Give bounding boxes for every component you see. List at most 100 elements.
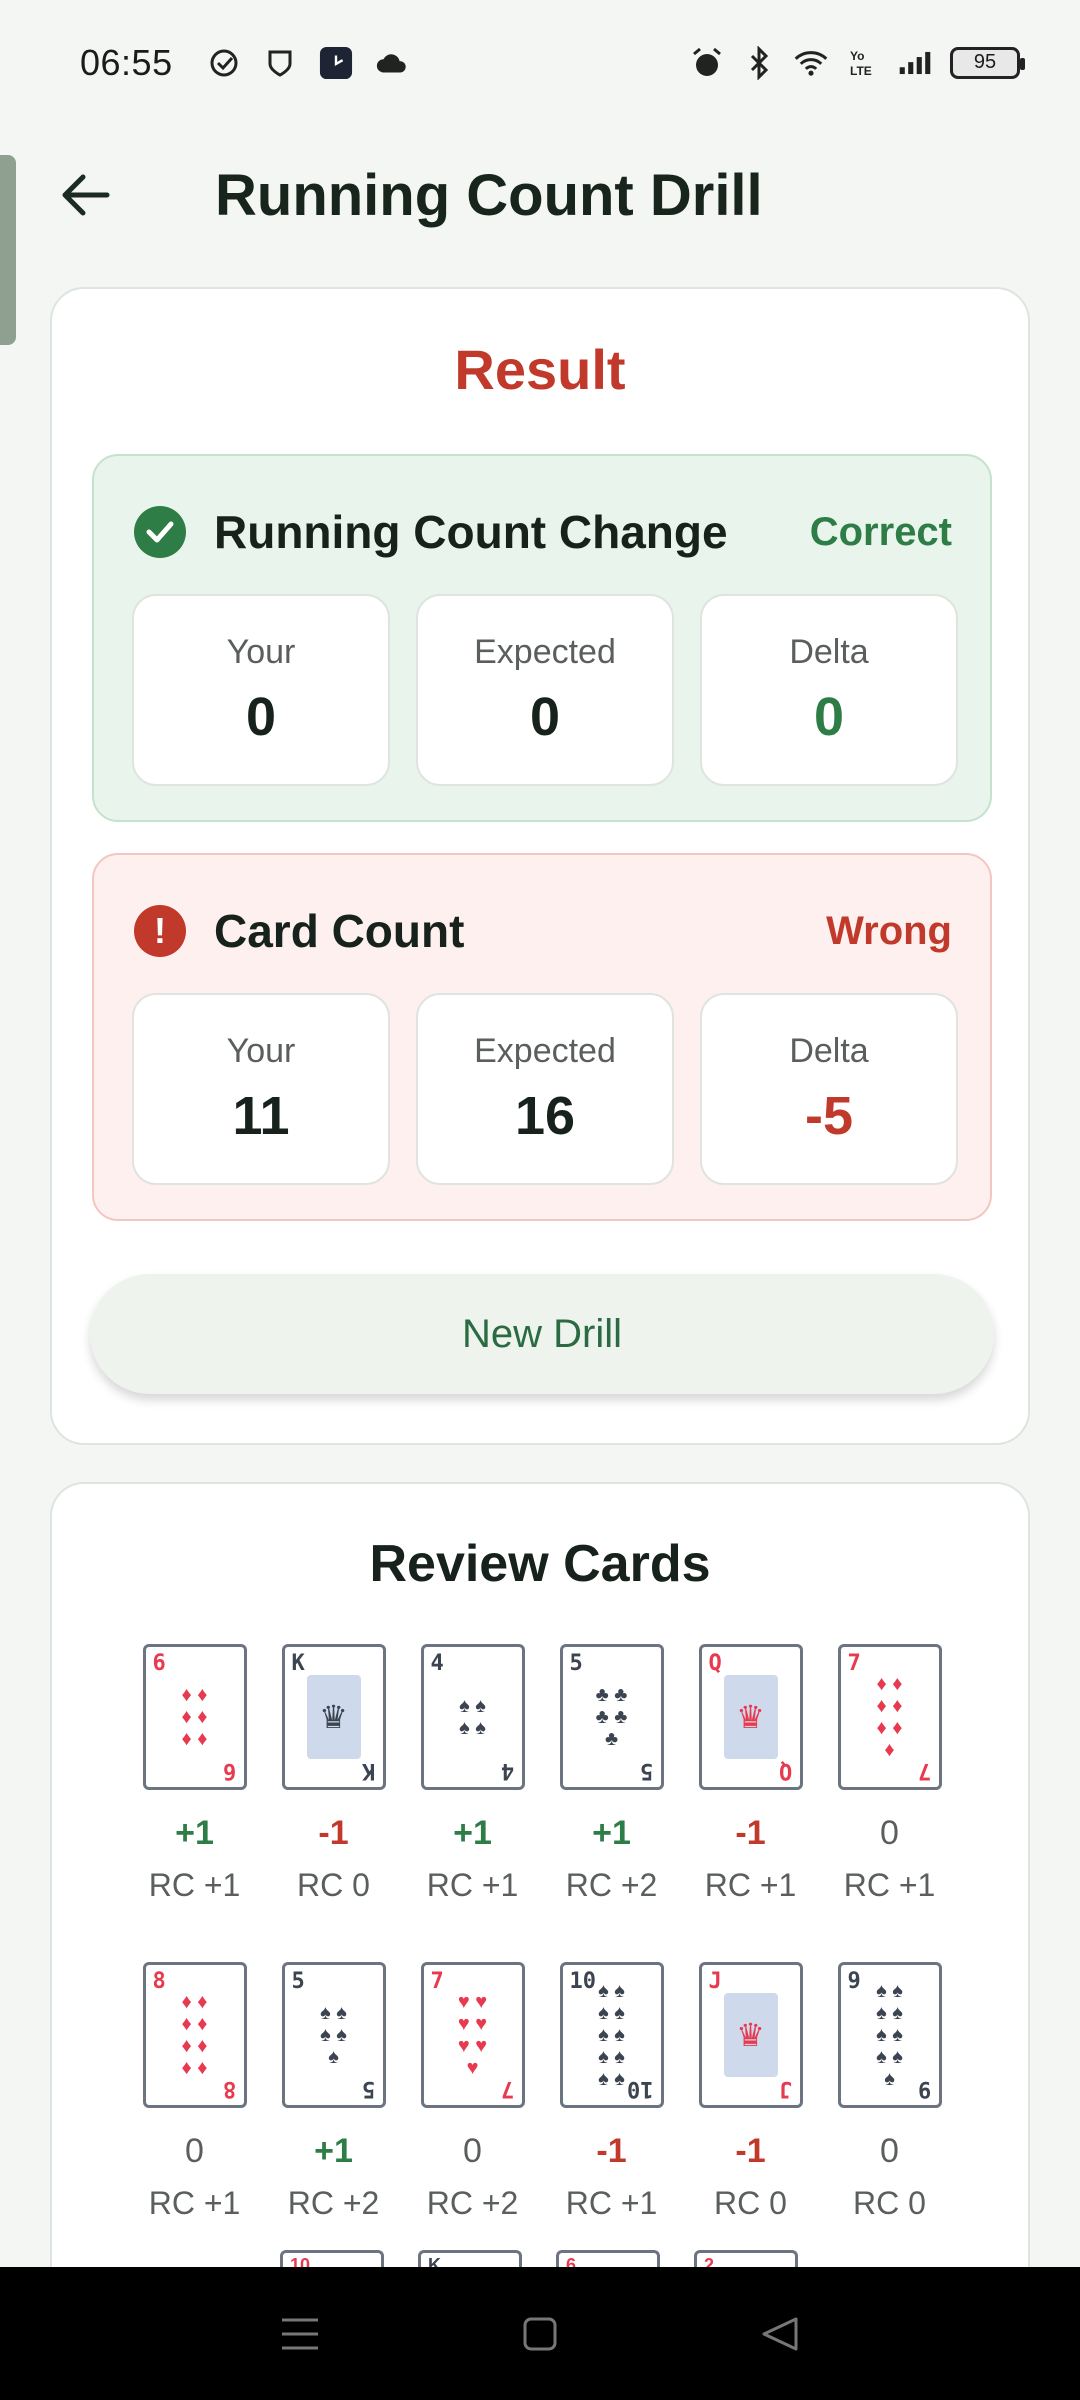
crown-icon: ♛ — [723, 1675, 778, 1759]
running-count-stats: Your 0 Expected 0 Delta 0 — [132, 594, 958, 786]
suit-pips: ♠ ♠ ♠ ♠ ♠ ♠ ♠ ♠ ♠ — [876, 1980, 903, 2090]
review-card-cell: 7 ♥ ♥ ♥ ♥ ♥ ♥ ♥ 7 0 RC +2 — [420, 1962, 525, 2222]
svg-text:LTE: LTE — [850, 64, 872, 78]
running-count-label: RC +2 — [565, 1867, 658, 1903]
card-rank: J — [708, 1969, 722, 1994]
card-rank-bottom: 9 — [918, 2076, 932, 2101]
new-drill-button[interactable]: New Drill — [90, 1274, 994, 1394]
bluetooth-icon — [742, 45, 776, 80]
card-rank-bottom: 5 — [362, 2076, 376, 2101]
suit-pips: ♦ ♦ ♦ ♦ ♦ ♦ ♦ ♦ — [181, 1991, 208, 2079]
app-bar: Running Count Drill — [0, 140, 1080, 250]
card-rank: Q — [708, 1651, 722, 1676]
suit-pips: ♣ ♣ ♣ ♣ ♣ — [595, 1684, 628, 1750]
card-count-verdict: Wrong — [826, 908, 952, 953]
playing-card[interactable]: 7 ♦ ♦ ♦ ♦ ♦ ♦ ♦ 7 — [837, 1644, 942, 1790]
check-circle-icon — [134, 506, 186, 558]
review-card-cell: 10 ♠ ♠ ♠ ♠ ♠ ♠ ♠ ♠ ♠ ♠ 10 -1 RC +1 — [559, 1962, 664, 2222]
playing-card[interactable]: 6 ♦ ♦ ♦ ♦ ♦ ♦ 6 — [142, 1644, 247, 1790]
signal-icon — [898, 46, 932, 80]
review-card-cell: 6 ♦ ♦ ♦ ♦ ♦ ♦ 6 +1 RC +1 — [142, 1644, 247, 1904]
running-count-label: RC 0 — [714, 2185, 787, 2221]
card-rank-bottom: 10 — [627, 2076, 654, 2101]
playing-card[interactable]: 10 ♠ ♠ ♠ ♠ ♠ ♠ ♠ ♠ ♠ ♠ 10 — [559, 1962, 664, 2108]
crown-icon: ♛ — [306, 1675, 361, 1759]
card-rank: K — [291, 1651, 305, 1676]
card-delta: -1 — [735, 1814, 766, 1852]
playing-card[interactable]: 4 ♠ ♠ ♠ ♠ 4 — [420, 1644, 525, 1790]
playing-card[interactable]: Q ♛ Q — [698, 1644, 803, 1790]
stat-label: Delta — [789, 1031, 869, 1070]
review-card-cell: 4 ♠ ♠ ♠ ♠ 4 +1 RC +1 — [420, 1644, 525, 1904]
stat-expected: Expected 0 — [416, 594, 674, 786]
card-delta: +1 — [314, 2132, 353, 2170]
review-card-cell: 5 ♣ ♣ ♣ ♣ ♣ 5 +1 RC +2 — [559, 1644, 664, 1904]
back-arrow-icon[interactable] — [50, 160, 120, 230]
suit-pips: ♥ ♥ ♥ ♥ ♥ ♥ ♥ — [457, 1991, 488, 2079]
card-delta: +1 — [453, 1814, 492, 1852]
playing-card[interactable]: 8 ♦ ♦ ♦ ♦ ♦ ♦ ♦ ♦ 8 — [142, 1962, 247, 2108]
stat-value: 0 — [245, 686, 277, 747]
card-count-title: Card Count — [214, 905, 465, 957]
card-rank-bottom: 5 — [640, 1758, 654, 1783]
stat-label: Delta — [789, 632, 869, 671]
playing-card[interactable]: 9 ♠ ♠ ♠ ♠ ♠ ♠ ♠ ♠ ♠ 9 — [837, 1962, 942, 2108]
menu-icon[interactable] — [270, 2304, 330, 2364]
card-rank-bottom: J — [779, 2076, 793, 2101]
running-count-verdict: Correct — [809, 509, 952, 554]
system-nav-bar — [0, 2267, 1080, 2400]
stat-delta: Delta 0 — [700, 594, 958, 786]
review-card-cell: J ♛ J -1 RC 0 — [698, 1962, 803, 2222]
running-count-panel: Running Count Change Correct Your 0 Expe… — [92, 454, 992, 822]
back-triangle-icon[interactable] — [750, 2304, 810, 2364]
review-card-cell: Q ♛ Q -1 RC +1 — [698, 1644, 803, 1904]
stat-your: Your 11 — [132, 993, 390, 1185]
card-delta: 0 — [880, 1814, 899, 1852]
volte-icon: Yo LTE — [846, 46, 880, 80]
review-card-cell: K ♛ K -1 RC 0 — [281, 1644, 386, 1904]
running-count-label: RC +1 — [565, 2185, 658, 2221]
playing-card[interactable]: J ♛ J — [698, 1962, 803, 2108]
card-rank-bottom: 6 — [223, 1758, 237, 1783]
card-rank-bottom: 4 — [501, 1758, 515, 1783]
card-delta: 0 — [880, 2132, 899, 2170]
card-count-panel: ! Card Count Wrong Your 11 Expected 16 D… — [92, 853, 992, 1221]
suit-pips: ♦ ♦ ♦ ♦ ♦ ♦ ♦ — [876, 1673, 903, 1761]
battery-icon: 95 — [950, 46, 1025, 79]
stat-delta: Delta -5 — [700, 993, 958, 1185]
card-delta: +1 — [175, 1814, 214, 1852]
playing-card[interactable]: 5 ♠ ♠ ♠ ♠ ♠ 5 — [281, 1962, 386, 2108]
running-count-label: RC +1 — [843, 1867, 936, 1903]
review-cards-section: Review Cards 6 ♦ ♦ ♦ ♦ ♦ ♦ 6 +1 RC +1 K ♛ K -1 RC… — [50, 1482, 1030, 2342]
home-icon[interactable] — [510, 2304, 570, 2364]
running-count-label: RC 0 — [853, 2185, 926, 2221]
stat-value: 16 — [514, 1085, 576, 1146]
playing-card[interactable]: 7 ♥ ♥ ♥ ♥ ♥ ♥ ♥ 7 — [420, 1962, 525, 2108]
card-rank-bottom: 7 — [918, 1758, 932, 1783]
card-rank-bottom: Q — [779, 1758, 793, 1783]
status-bar: 06:55 Yo LTE 95 — [0, 0, 1080, 125]
stat-your: Your 0 — [132, 594, 390, 786]
running-count-header: Running Count Change Correct — [134, 504, 952, 560]
card-count-header: ! Card Count Wrong — [134, 903, 952, 959]
card-delta: -1 — [596, 2132, 627, 2170]
review-grid: 6 ♦ ♦ ♦ ♦ ♦ ♦ 6 +1 RC +1 K ♛ K -1 RC 0 4 ♠ ♠ ♠ ♠ 4 +1… — [142, 1644, 972, 2280]
playing-card[interactable]: 5 ♣ ♣ ♣ ♣ ♣ 5 — [559, 1644, 664, 1790]
result-card: Result Running Count Change Correct Your… — [50, 287, 1030, 1445]
stat-value: -5 — [804, 1085, 853, 1146]
card-rank-bottom: 8 — [223, 2076, 237, 2101]
playing-card[interactable]: K ♛ K — [281, 1644, 386, 1790]
running-count-label: RC +2 — [287, 2185, 380, 2221]
suit-pips: ♠ ♠ ♠ ♠ ♠ — [320, 2002, 347, 2068]
review-row: 8 ♦ ♦ ♦ ♦ ♦ ♦ ♦ ♦ 8 0 RC +1 5 ♠ ♠ ♠ ♠ ♠ 5 +1 RC +… — [142, 1962, 972, 2222]
card-rank-bottom: K — [362, 1758, 376, 1783]
result-title: Result — [454, 338, 626, 401]
status-time: 06:55 — [80, 41, 173, 83]
stat-value: 0 — [529, 686, 561, 747]
review-row: 6 ♦ ♦ ♦ ♦ ♦ ♦ 6 +1 RC +1 K ♛ K -1 RC 0 4 ♠ ♠ ♠ ♠ 4 +1… — [142, 1644, 972, 1904]
running-count-label: RC +2 — [426, 2185, 519, 2221]
suit-pips: ♠ ♠ ♠ ♠ — [459, 1695, 486, 1739]
card-delta: 0 — [185, 2132, 204, 2170]
system-icons: Yo LTE 95 — [690, 45, 1025, 80]
review-title: Review Cards — [369, 1535, 711, 1593]
